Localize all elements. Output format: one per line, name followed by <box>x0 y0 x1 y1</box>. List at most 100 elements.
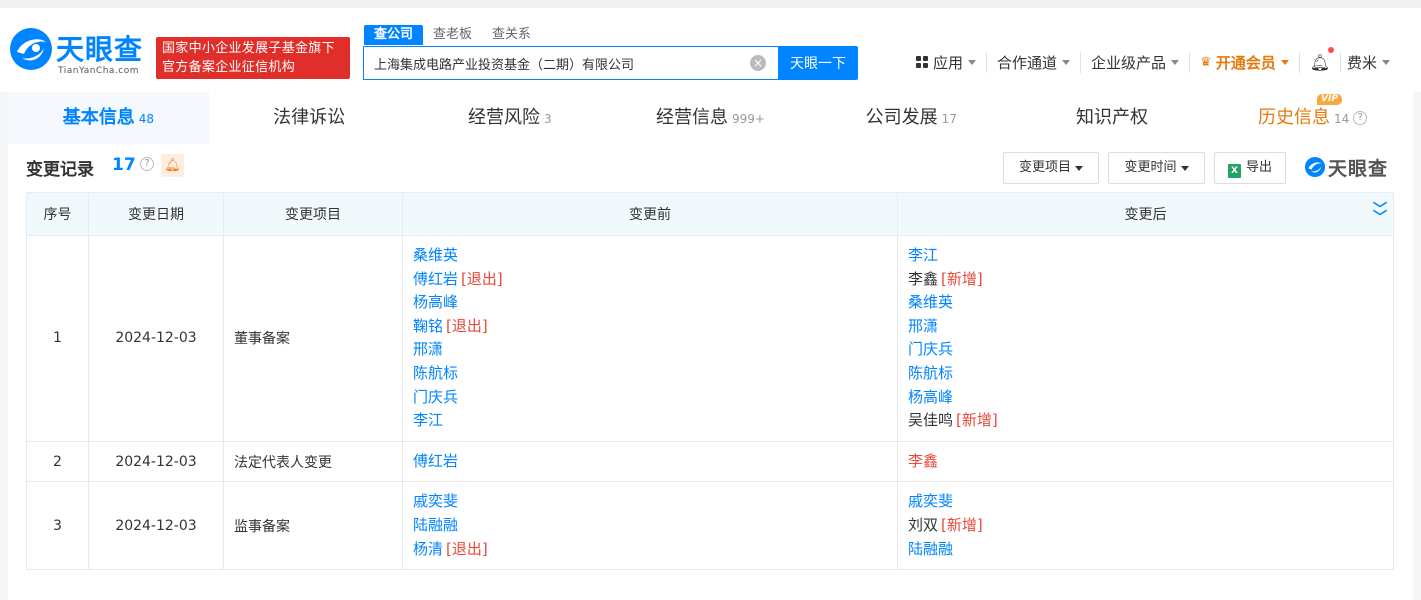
vip-tag: VIP <box>1317 94 1342 105</box>
person-name-link[interactable]: 邢潇 <box>413 340 443 358</box>
person-name-link[interactable]: 陆融融 <box>413 516 458 534</box>
tab-basic-info[interactable]: 基本信息 48 <box>8 92 209 144</box>
nav-partner[interactable]: 合作通道 <box>987 51 1082 73</box>
nav-vip[interactable]: ♛ 开通会员 <box>1190 51 1300 73</box>
person-name-link[interactable]: 傅红岩 <box>413 452 458 470</box>
tab-legal[interactable]: 法律诉讼 <box>209 92 410 144</box>
bell-icon: 🔔︎ <box>1310 46 1335 72</box>
person-name-link[interactable]: 傅红岩 <box>413 270 458 288</box>
person-name-link[interactable]: 李鑫 <box>908 452 938 470</box>
tab-operation[interactable]: 经营信息 999+ <box>610 92 811 144</box>
site-logo[interactable]: 天眼查 TianYanCha.com <box>8 26 150 82</box>
search-input[interactable] <box>364 47 734 79</box>
tab-label: 历史信息 <box>1258 107 1331 128</box>
tab-risk[interactable]: 经营风险 3 <box>409 92 610 144</box>
person-name-link[interactable]: 桑维英 <box>413 246 458 264</box>
cell-index: 1 <box>26 235 89 442</box>
top-nav: 应用 合作通道 企业级产品 ♛ 开通会员 🔔︎ 费米 <box>906 46 1400 73</box>
search-button[interactable]: 天眼一下 <box>778 46 858 80</box>
caret-down-icon <box>1075 166 1083 171</box>
person-name-link[interactable]: 陈航标 <box>908 364 953 382</box>
person-entry: 戚奕斐 <box>413 490 887 514</box>
change-status-tag: [新增] <box>941 515 983 534</box>
section-count: 17 <box>112 155 136 175</box>
cell-item: 法定代表人变更 <box>223 440 403 483</box>
person-entry: 门庆兵 <box>413 386 887 410</box>
person-name-link[interactable]: 李江 <box>413 411 443 429</box>
cell-after: 戚奕斐刘双 [新增] 陆融融 <box>897 481 1394 571</box>
person-name-link[interactable]: 陈航标 <box>413 364 458 382</box>
chevron-down-icon <box>1382 59 1391 65</box>
person-entry: 杨高峰 <box>413 291 887 315</box>
nav-partner-label: 合作通道 <box>997 53 1058 72</box>
nav-enterprise[interactable]: 企业级产品 <box>1081 51 1191 73</box>
nav-user-label: 费米 <box>1347 53 1378 72</box>
section-title: 变更记录 <box>26 160 94 180</box>
person-entry: 杨清 [退出] <box>413 538 887 562</box>
cell-item: 监事备案 <box>223 481 403 571</box>
help-icon[interactable]: ? <box>1353 111 1368 125</box>
tab-count: 48 <box>138 112 154 126</box>
person-name-link[interactable]: 桑维英 <box>908 293 953 311</box>
caret-down-icon <box>1180 166 1189 171</box>
table-header-row: 序号 变更日期 变更项目 变更前 变更后 ﹀ ﹀ <box>26 192 1394 236</box>
official-badge: 国家中小企业发展子基金旗下 官方备案企业征信机构 <box>156 37 350 79</box>
help-icon[interactable]: ? <box>140 157 154 171</box>
tab-history[interactable]: 历史信息 14? <box>1212 92 1413 144</box>
person-name-link[interactable]: 邢潇 <box>908 317 938 335</box>
logo-name: 天眼查 <box>56 33 144 66</box>
search-tab-boss[interactable]: 查老板 <box>423 25 482 45</box>
nav-vip-label: 开通会员 <box>1215 53 1276 72</box>
alert-bell-icon[interactable]: 🔔︎ <box>161 154 184 177</box>
excel-icon: X <box>1227 164 1241 178</box>
nav-user[interactable]: 费米 <box>1341 52 1400 73</box>
clear-icon[interactable]: × <box>750 55 766 71</box>
tab-ip[interactable]: 知识产权 <box>1012 92 1213 144</box>
notification-dot <box>1328 46 1335 53</box>
header-after-label: 变更后 <box>1124 207 1167 223</box>
person-entry: 吴佳鸣 [新增] <box>908 409 1383 433</box>
header-after: 变更后 ﹀ ﹀ <box>897 192 1394 236</box>
crown-icon: ♛ <box>1200 54 1212 70</box>
cell-item: 董事备案 <box>223 235 403 442</box>
nav-notifications[interactable]: 🔔︎ <box>1300 46 1342 72</box>
tab-count: 3 <box>543 112 552 126</box>
cell-date: 2024-12-03 <box>88 440 224 483</box>
filter-change-item-button[interactable]: 变更项目 <box>1003 152 1099 184</box>
person-entry: 杨高峰 <box>908 386 1383 410</box>
cell-index: 3 <box>26 481 89 571</box>
person-entry: 门庆兵 <box>908 338 1383 362</box>
double-chevron-down-icon[interactable]: ﹀ ﹀ <box>1373 203 1387 225</box>
header-date: 变更日期 <box>88 192 224 236</box>
filter-change-time-button[interactable]: 变更时间 <box>1108 152 1205 184</box>
person-name-link: 李鑫 <box>908 269 939 288</box>
person-entry: 桑维英 <box>413 244 887 268</box>
person-name-link: 刘双 <box>908 515 939 534</box>
table-body: 1 2024-12-03 董事备案 桑维英 傅红岩 [退出] 杨高峰 鞠铭 [退出] 邢潇 陈航标门… <box>26 235 1394 571</box>
nav-apps[interactable]: 应用 <box>906 51 988 73</box>
person-entry: 刘双 [新增] <box>908 514 1383 538</box>
tab-label: 知识产权 <box>1075 107 1148 128</box>
person-name-link[interactable]: 戚奕斐 <box>908 492 953 510</box>
person-name-link[interactable]: 陆融融 <box>908 540 953 558</box>
export-button[interactable]: X 导出 <box>1214 152 1286 184</box>
person-name-link[interactable]: 鞠铭 <box>413 317 443 335</box>
tab-label: 基本信息 <box>62 107 135 128</box>
nav-enterprise-label: 企业级产品 <box>1091 53 1167 72</box>
search-tab-relation[interactable]: 查关系 <box>482 25 541 45</box>
search-tab-company[interactable]: 查公司 <box>364 25 424 45</box>
person-entry: 邢潇 <box>413 338 887 362</box>
person-name-link[interactable]: 门庆兵 <box>413 388 458 406</box>
tianyancha-logo-icon <box>10 28 52 70</box>
person-name-link[interactable]: 戚奕斐 <box>413 492 458 510</box>
person-name-link[interactable]: 杨高峰 <box>908 388 953 406</box>
person-entry: 陆融融 <box>908 538 1383 562</box>
person-name-link[interactable]: 门庆兵 <box>908 340 953 358</box>
cell-after: 李江 李鑫 [新增] 桑维英 邢潇 门庆兵 陈航标 杨高峰 吴佳鸣 [新增] <box>897 235 1394 442</box>
person-name-link[interactable]: 杨清 <box>413 540 443 558</box>
person-name-link[interactable]: 李江 <box>908 246 938 264</box>
badge-line-2: 官方备案企业征信机构 <box>162 60 296 75</box>
person-name-link[interactable]: 杨高峰 <box>413 293 458 311</box>
logo-url: TianYanCha.com <box>58 66 140 76</box>
tab-development[interactable]: 公司发展 17 <box>811 92 1012 144</box>
